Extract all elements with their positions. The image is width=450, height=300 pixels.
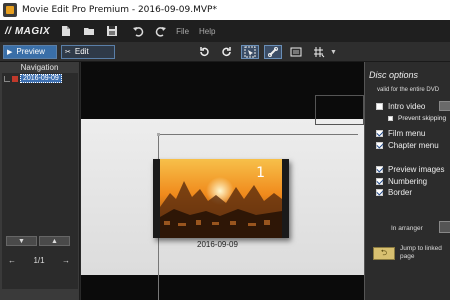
in-arranger-button[interactable] [439, 221, 450, 233]
app-icon [3, 3, 17, 17]
menu-bar: // MAGIX File Help [0, 20, 450, 42]
guide-handle[interactable] [157, 133, 160, 136]
numbering-checkbox[interactable] [376, 178, 383, 185]
film-menu-label: Film menu [388, 129, 426, 138]
intro-video-label: Intro video [388, 102, 426, 111]
tab-edit-label: Edit [74, 47, 89, 56]
prev-page-icon[interactable]: ← [8, 256, 16, 265]
rotate-right-icon[interactable] [218, 45, 236, 59]
in-arranger-label: In arranger [391, 225, 423, 232]
disc-menu-icon [12, 75, 18, 82]
navigation-title: Navigation [20, 63, 59, 72]
page-indicator: 1/1 [33, 256, 45, 265]
magix-logo: // MAGIX [5, 25, 51, 37]
chapter-menu-label: Chapter menu [388, 141, 439, 150]
disc-options-panel: Disc options valid for the entire DVD In… [364, 62, 450, 300]
rotate-left-icon[interactable] [195, 45, 213, 59]
tree-item-label: 2016-09-09 [20, 74, 62, 83]
border-label: Border [388, 188, 413, 197]
navigation-panel: Navigation 2016-09-09 ▼ ▲ ← 1/1 → [0, 62, 80, 300]
move-down-button[interactable]: ▼ [6, 236, 37, 246]
prevent-skipping-checkbox[interactable] [388, 116, 393, 121]
prevent-skipping-option[interactable]: Prevent skipping [388, 115, 446, 122]
intro-video-option[interactable]: Intro video [376, 102, 425, 111]
frame-icon[interactable] [287, 45, 305, 59]
guide-line-horizontal [158, 134, 358, 135]
menu-preview-stage[interactable]: 1 2016-09-09 [81, 62, 364, 300]
move-up-button[interactable]: ▲ [39, 236, 70, 246]
undo-icon[interactable] [131, 24, 145, 38]
film-menu-checkbox[interactable] [376, 130, 383, 137]
disc-options-subtitle: valid for the entire DVD [377, 87, 440, 93]
numbering-option[interactable]: Numbering [376, 177, 427, 186]
tree-item[interactable]: 2016-09-09 [4, 74, 62, 83]
tab-preview-label: Preview [16, 47, 45, 56]
title-bar: Movie Edit Pro Premium - 2016-09-09.MVP* [0, 0, 450, 20]
chapter-caption[interactable]: 2016-09-09 [197, 240, 238, 249]
preview-images-option[interactable]: Preview images [376, 165, 444, 174]
nav-move-buttons: ▼ ▲ [6, 236, 72, 246]
intro-video-checkbox[interactable] [376, 103, 383, 110]
tree-connector [4, 75, 10, 82]
menu-help[interactable]: Help [199, 27, 215, 36]
nav-pager: ← 1/1 → [8, 256, 70, 265]
placeholder-frame[interactable] [315, 95, 364, 125]
preview-images-checkbox[interactable] [376, 166, 383, 173]
film-menu-option[interactable]: Film menu [376, 129, 425, 138]
open-folder-icon[interactable] [82, 24, 96, 38]
save-icon[interactable] [105, 24, 119, 38]
tab-preview[interactable]: ▶ Preview [3, 44, 57, 59]
chapter-menu-checkbox[interactable] [376, 142, 383, 149]
play-icon: ▶ [7, 48, 13, 56]
tab-edit[interactable]: ✂ Edit [61, 44, 115, 59]
scissors-icon: ✂ [65, 48, 71, 56]
border-checkbox[interactable] [376, 189, 383, 196]
numbering-menu-icon[interactable] [310, 45, 328, 59]
preview-tools: ▼ [195, 45, 337, 59]
chapter-number: 1 [256, 165, 265, 181]
chevron-down-icon[interactable]: ▼ [330, 49, 337, 56]
new-file-icon[interactable] [59, 24, 73, 38]
chapter-menu-option[interactable]: Chapter menu [376, 141, 439, 150]
return-arrow-icon: ⮌ [380, 247, 388, 257]
disc-options-title: Disc options [369, 70, 419, 80]
select-tool-icon[interactable] [241, 45, 259, 59]
redo-icon[interactable] [154, 24, 168, 38]
link-tool-icon[interactable] [264, 45, 282, 59]
numbering-label: Numbering [388, 177, 428, 186]
jump-to-linked-page-label: Jump to linked page [400, 245, 442, 260]
window-title: Movie Edit Pro Premium - 2016-09-09.MVP* [22, 5, 217, 15]
toolbar: ▶ Preview ✂ Edit ▼ [0, 42, 450, 62]
prevent-skipping-label: Prevent skipping [398, 115, 447, 122]
border-option[interactable]: Border [376, 188, 412, 197]
jump-to-linked-page-button[interactable]: ⮌ [373, 247, 395, 260]
intro-video-browse-button[interactable] [439, 101, 450, 111]
chapter-thumbnail[interactable]: 1 [153, 159, 289, 238]
preview-images-label: Preview images [388, 165, 445, 174]
menu-file[interactable]: File [176, 27, 189, 36]
next-page-icon[interactable]: → [62, 256, 70, 265]
